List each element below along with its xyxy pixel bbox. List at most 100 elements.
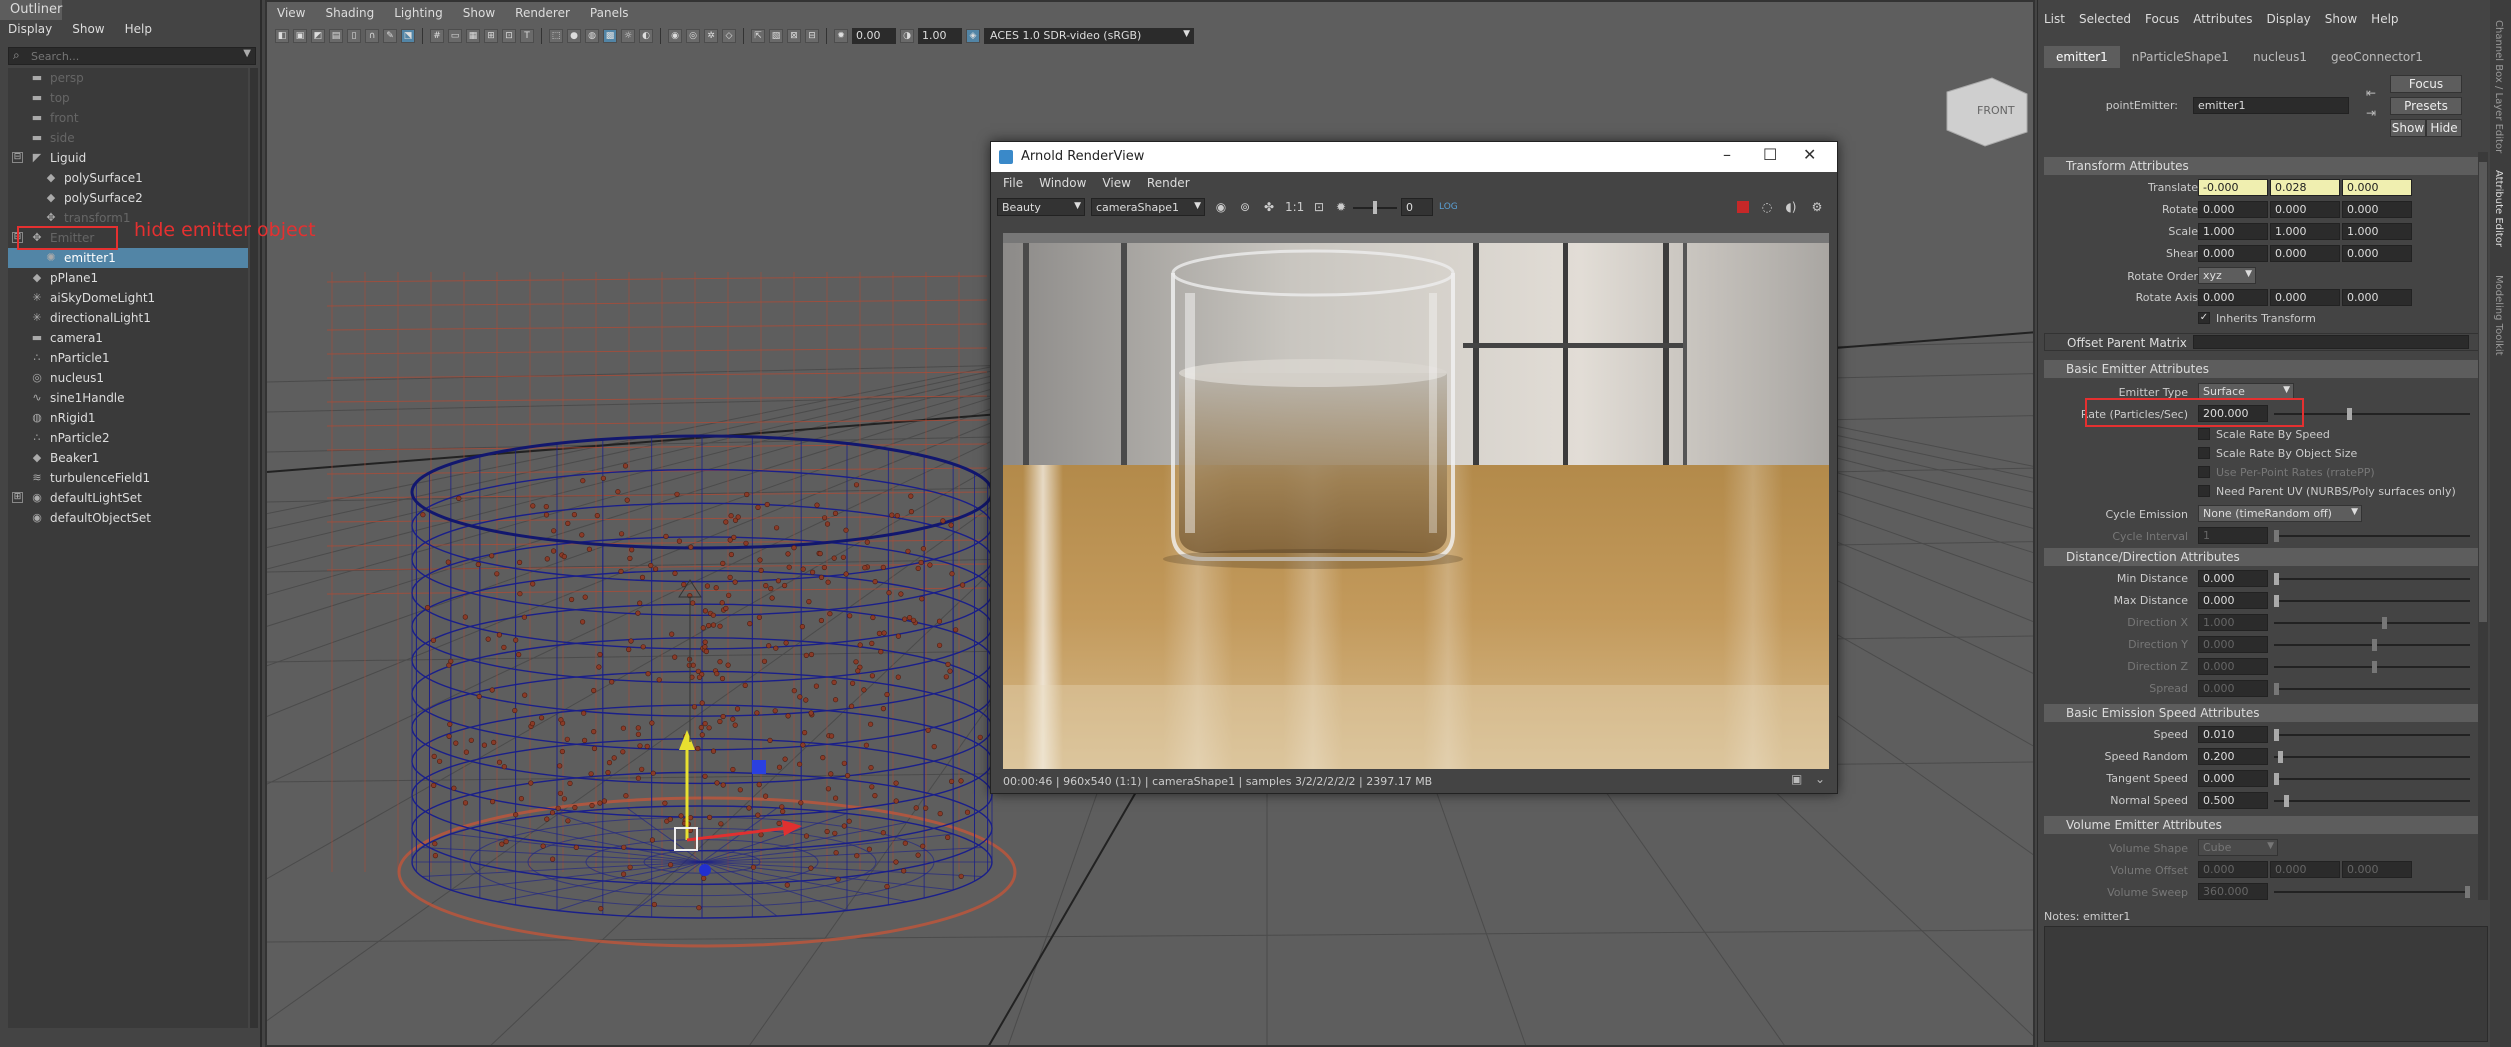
speed-slider-track-3[interactable] [2274, 800, 2470, 802]
notes-textarea[interactable] [2044, 926, 2488, 1042]
outliner-item-directionallight1[interactable]: ✳ directionalLight1 [8, 308, 248, 328]
exposure-value-field[interactable]: 0 [1401, 198, 1433, 216]
cycle-interval-field[interactable]: 1 [2198, 527, 2268, 544]
distance-slider-knob-2[interactable] [2382, 617, 2387, 629]
rotate-order-dropdown[interactable]: xyz ▼ [2198, 267, 2256, 284]
offset-parent-matrix-field[interactable] [2193, 335, 2469, 349]
section-emission-speed-attributes[interactable]: Basic Emission Speed Attributes [2044, 704, 2488, 722]
outliner-item-nparticle2[interactable]: ∴ nParticle2 [8, 428, 248, 448]
distance-slider-knob-0[interactable] [2274, 573, 2279, 585]
distance-slider-track-5[interactable] [2274, 688, 2470, 690]
search-options-arrow-icon[interactable]: ▼ [243, 48, 251, 59]
renderview-menu-file[interactable]: File [1003, 176, 1023, 194]
image-plane-icon[interactable]: ▤ [329, 29, 343, 43]
renderview-menu-render[interactable]: Render [1147, 176, 1190, 194]
field-shear-z[interactable]: 0.000 [2342, 245, 2412, 262]
smooth-shade-icon[interactable]: ● [567, 29, 581, 43]
speed-field-2[interactable]: 0.000 [2198, 770, 2268, 787]
renderview-menu-window[interactable]: Window [1039, 176, 1086, 194]
field-rotate_axis-y[interactable]: 0.000 [2270, 289, 2340, 306]
screen-space-ao-icon[interactable]: ◉ [668, 29, 682, 43]
volume-offset-field-1[interactable]: 0.000 [2270, 861, 2340, 878]
field-shear-y[interactable]: 0.000 [2270, 245, 2340, 262]
distance-field-4[interactable]: 0.000 [2198, 658, 2268, 675]
tab-nparticleshape1[interactable]: nParticleShape1 [2120, 46, 2241, 68]
snapshot-icon[interactable]: ▣ [1791, 772, 1802, 786]
distance-field-1[interactable]: 0.000 [2198, 592, 2268, 609]
side-tab-channel-box[interactable]: Channel Box / Layer Editor [2493, 20, 2504, 153]
motion-blur-icon[interactable]: ◎ [686, 29, 700, 43]
cycle-emission-dropdown[interactable]: None (timeRandom off) ▼ [2198, 505, 2362, 522]
exposure-field[interactable]: 0.00 [852, 28, 896, 44]
ae-scrollbar-thumb[interactable] [2479, 162, 2487, 622]
outliner-item-nucleus1[interactable]: ◎ nucleus1 [8, 368, 248, 388]
viewport-menu-shading[interactable]: Shading [325, 6, 374, 24]
inherits-transform-checkbox[interactable]: ✓ [2198, 312, 2210, 324]
outliner-search-input[interactable] [31, 49, 231, 63]
outliner-item-beaker1[interactable]: ◆ Beaker1 [8, 448, 248, 468]
maximize-icon[interactable]: ☐ [1763, 145, 1777, 164]
gamma-icon[interactable]: ◑ [900, 29, 914, 43]
shadows-icon[interactable]: ◐ [639, 29, 653, 43]
renderview-titlebar[interactable]: Arnold RenderView – ☐ ✕ [991, 142, 1837, 172]
side-tab-modeling-toolkit[interactable]: Modeling Toolkit [2493, 275, 2504, 356]
distance-slider-knob-5[interactable] [2274, 683, 2279, 695]
viewport-menu-panels[interactable]: Panels [590, 6, 629, 24]
outliner-item-polysurface1[interactable]: ◆ polySurface1 [8, 168, 248, 188]
rgb-channel-icon[interactable]: ⊚ [1237, 199, 1253, 215]
multisample-aa-icon[interactable]: ✲ [704, 29, 718, 43]
use-all-lights-icon[interactable]: ☼ [621, 29, 635, 43]
display-settings-icon[interactable]: ◉ [1213, 199, 1229, 215]
outliner-menu-help[interactable]: Help [125, 22, 152, 42]
outliner-item-pplane1[interactable]: ◆ pPlane1 [8, 268, 248, 288]
speed-slider-knob-0[interactable] [2274, 729, 2279, 741]
xray-joints-icon[interactable]: ⊠ [787, 29, 801, 43]
wireframe-icon[interactable]: ⬚ [549, 29, 563, 43]
field-shear-x[interactable]: 0.000 [2198, 245, 2268, 262]
crop-icon[interactable]: ⊡ [1311, 199, 1327, 215]
side-tab-attribute-editor[interactable]: Attribute Editor [2493, 170, 2504, 247]
cycle-interval-slider-knob[interactable] [2274, 530, 2279, 542]
outliner-item-defaultobjectset[interactable]: ◉ defaultObjectSet [8, 508, 248, 528]
isolate-select-icon[interactable]: ⇱ [751, 29, 765, 43]
distance-field-5[interactable]: 0.000 [2198, 680, 2268, 697]
aov-dropdown[interactable]: Beauty ▼ [997, 198, 1085, 216]
speed-slider-track-0[interactable] [2274, 734, 2470, 736]
speed-slider-knob-2[interactable] [2274, 773, 2279, 785]
ae-scrollbar[interactable] [2478, 152, 2488, 900]
grease-pencil-icon[interactable]: ✎ [383, 29, 397, 43]
volume-shape-dropdown[interactable]: Cube ▼ [2198, 839, 2278, 856]
minimize-icon[interactable]: – [1723, 145, 1731, 164]
outliner-item-aiskydomelight1[interactable]: ✳ aiSkyDomeLight1 [8, 288, 248, 308]
gate-mask-icon[interactable]: ▦ [466, 29, 480, 43]
check-2[interactable] [2198, 466, 2210, 478]
exposure-slider-knob[interactable] [1373, 201, 1377, 214]
speed-field-3[interactable]: 0.500 [2198, 792, 2268, 809]
viewport-menu-lighting[interactable]: Lighting [394, 6, 443, 24]
ratio-label[interactable]: 1:1 [1285, 199, 1304, 215]
outliner-item-polysurface2[interactable]: ◆ polySurface2 [8, 188, 248, 208]
presets-button[interactable]: Presets [2390, 97, 2462, 115]
speed-slider-knob-3[interactable] [2284, 795, 2289, 807]
hide-button[interactable]: Hide [2426, 119, 2462, 137]
ae-menu-show[interactable]: Show [2325, 12, 2357, 26]
gamma-field[interactable]: 1.00 [918, 28, 962, 44]
magnet-icon[interactable]: ∩ [365, 29, 379, 43]
safe-action-icon[interactable]: ⊡ [502, 29, 516, 43]
ae-menu-list[interactable]: List [2044, 12, 2065, 26]
settings-gear-icon[interactable]: ⚙ [1809, 199, 1825, 215]
check-1[interactable] [2198, 447, 2210, 459]
refresh-icon[interactable]: ◌ [1759, 199, 1775, 215]
grid-icon[interactable]: # [430, 29, 444, 43]
outliner-item-front[interactable]: ▬ front [8, 108, 248, 128]
outliner-item-nparticle1[interactable]: ∴ nParticle1 [8, 348, 248, 368]
outliner-item-persp[interactable]: ▬ persp [8, 68, 248, 88]
outliner-item-defaultlightset[interactable]: ⊞ ◉ defaultLightSet [8, 488, 248, 508]
viewport-menu-show[interactable]: Show [463, 6, 495, 24]
region-icon[interactable]: ✤ [1261, 199, 1277, 215]
ipr-icon[interactable]: ◖) [1783, 199, 1799, 215]
cycle-interval-slider-track[interactable] [2274, 535, 2470, 537]
field-rotate-z[interactable]: 0.000 [2342, 201, 2412, 218]
node-name-field[interactable]: emitter1 [2193, 97, 2349, 114]
textured-icon[interactable]: ▩ [603, 29, 617, 43]
